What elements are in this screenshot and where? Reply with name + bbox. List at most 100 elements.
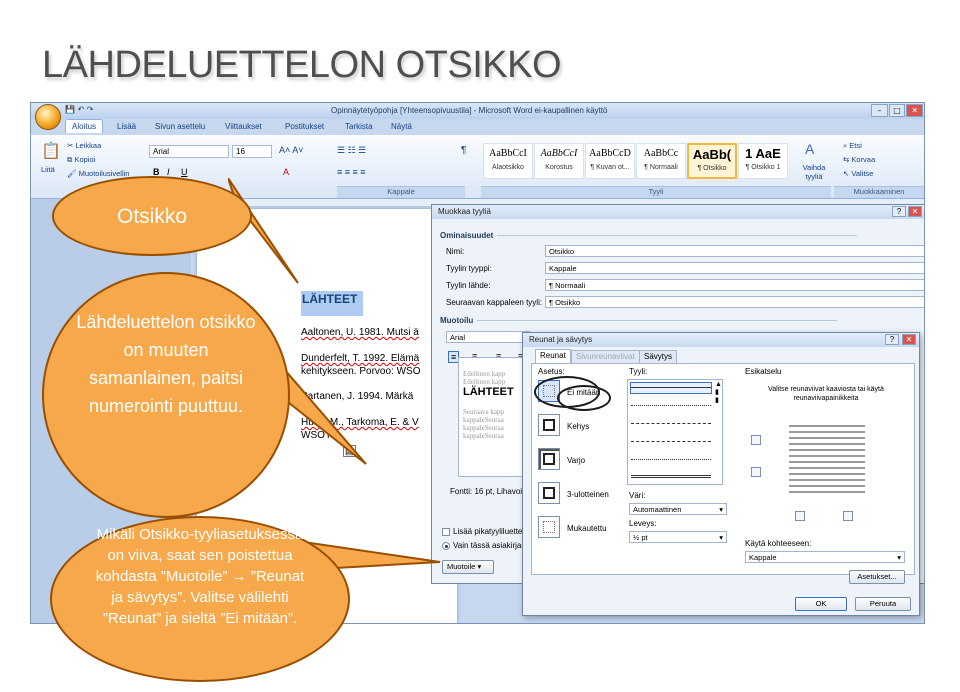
middle-border-button[interactable] bbox=[751, 467, 761, 477]
style-otsikko[interactable]: AaBb(¶ Otsikko bbox=[687, 143, 737, 179]
setting-box-icon[interactable] bbox=[538, 414, 560, 436]
style-label: Tyyli: bbox=[629, 367, 648, 376]
cancel-button[interactable]: Peruuta bbox=[855, 597, 911, 611]
setting-shadow[interactable]: Varjo bbox=[567, 456, 585, 465]
scrollbar[interactable]: ▲ ▮ ▮ bbox=[715, 381, 722, 405]
close-icon[interactable]: ✕ bbox=[906, 104, 924, 117]
paste-button[interactable]: Liitä bbox=[41, 165, 55, 174]
modify-style-title: Muokkaa tyyliä bbox=[432, 205, 924, 219]
next-style-label: Seuraavan kappaleen tyyli: bbox=[446, 298, 543, 307]
line-style-selected bbox=[630, 382, 712, 394]
close-icon[interactable]: ✕ bbox=[908, 206, 922, 217]
tab-tarkista[interactable]: Tarkista bbox=[345, 122, 373, 131]
based-on-select[interactable]: ¶ Normaali bbox=[545, 279, 924, 291]
tab-sivunreunaviivat[interactable]: Sivunreunaviivat bbox=[571, 350, 640, 363]
quick-access-toolbar[interactable]: 💾 ↶ ↷ bbox=[65, 105, 155, 117]
section-format: Muotoilu bbox=[440, 316, 837, 325]
show-marks-icon[interactable]: ¶ bbox=[461, 145, 466, 156]
tab-sivun-asettelu[interactable]: Sivun asettelu bbox=[155, 122, 205, 131]
dropdown-arrow-icon: ▾ bbox=[719, 505, 723, 514]
right-border-button[interactable] bbox=[843, 511, 853, 521]
binoculars-icon: ⌕ bbox=[843, 141, 848, 150]
tab-reunat[interactable]: Reunat bbox=[535, 349, 571, 363]
callout-instructions: Mikäli Otsikko-tyyliasetuksessa on viiva… bbox=[50, 516, 350, 682]
ref-line: Aaltonen, U. 1981. Mutsi ä bbox=[301, 327, 419, 338]
setting-3d[interactable]: 3-ulotteinen bbox=[567, 490, 609, 499]
find-button[interactable]: ⌕ Etsi bbox=[843, 141, 862, 151]
tab-postitukset[interactable]: Postitukset bbox=[285, 122, 324, 131]
slide-title: LÄHDELUETTELON OTSIKKO bbox=[42, 44, 562, 86]
style-normaali[interactable]: AaBbCc ¶ Normaali bbox=[636, 143, 686, 179]
ok-button[interactable]: OK bbox=[795, 597, 847, 611]
dropdown-arrow-icon: ▾ bbox=[897, 553, 901, 562]
setting-custom-icon[interactable] bbox=[538, 516, 560, 538]
close-icon[interactable]: ✕ bbox=[902, 334, 916, 345]
window-controls: – □ ✕ bbox=[871, 104, 924, 117]
tab-savytys[interactable]: Sävytys bbox=[639, 350, 678, 363]
copy-button[interactable]: ⧉ Kopioi bbox=[67, 155, 95, 165]
color-select[interactable]: Automaattinen ▾ bbox=[629, 503, 727, 515]
underline-icon[interactable]: U bbox=[181, 167, 188, 177]
setting-none-icon[interactable] bbox=[538, 380, 560, 402]
style-kuvan-otsikko[interactable]: AaBbCcD ¶ Kuvan ot... bbox=[585, 143, 635, 179]
paste-icon[interactable]: 📋 bbox=[41, 141, 61, 161]
line-double bbox=[631, 475, 711, 478]
minimize-icon[interactable]: – bbox=[871, 104, 888, 117]
style-type-select[interactable]: Kappale bbox=[545, 262, 924, 274]
top-border-button[interactable] bbox=[751, 435, 761, 445]
select-button[interactable]: ↖ Valitse bbox=[843, 169, 873, 178]
next-style-select[interactable]: ¶ Otsikko bbox=[545, 296, 924, 308]
group-styles-label: Tyyli bbox=[481, 186, 831, 198]
format-painter-button[interactable]: 🖌 Muotoilusivellin bbox=[67, 169, 129, 178]
line-dashed bbox=[631, 423, 711, 424]
cut-button[interactable]: ✂ Leikkaa bbox=[67, 141, 101, 150]
setting-none[interactable]: Ei mitään bbox=[567, 388, 600, 397]
dropdown-arrow-icon: ▾ bbox=[719, 533, 723, 542]
tab-viittaukset[interactable]: Viittaukset bbox=[225, 122, 262, 131]
help-icon[interactable]: ? bbox=[892, 206, 906, 217]
tab-lisaa[interactable]: Lisää bbox=[117, 122, 136, 131]
font-name-select[interactable]: Arial bbox=[149, 145, 229, 158]
font-description: Fontti: 16 pt, Lihavoitu bbox=[450, 487, 529, 496]
save-icon[interactable]: 💾 bbox=[65, 105, 75, 114]
bullets-icon[interactable]: ☰ ☷ ☰ bbox=[337, 145, 366, 156]
change-styles-button[interactable]: Vaihda tyyliä bbox=[797, 163, 831, 181]
group-editing-label: Muokkaaminen bbox=[834, 186, 924, 198]
window-title: Opinnäytetyöpohja [Yhteensopivuustila] -… bbox=[331, 106, 608, 115]
maximize-icon[interactable]: □ bbox=[888, 104, 906, 117]
redo-icon[interactable]: ↷ bbox=[87, 105, 94, 114]
apply-to-select[interactable]: Kappale ▾ bbox=[745, 551, 905, 563]
name-input[interactable]: Otsikko bbox=[545, 245, 924, 257]
format-font-select[interactable]: Arial bbox=[446, 331, 530, 343]
help-icon[interactable]: ? bbox=[885, 334, 899, 345]
replace-button[interactable]: ⇆ Korvaa bbox=[843, 155, 875, 164]
undo-icon[interactable]: ↶ bbox=[78, 105, 85, 114]
style-korostus[interactable]: AaBbCcI Korostus bbox=[534, 143, 584, 179]
options-button[interactable]: Asetukset... bbox=[849, 570, 905, 584]
add-quick-style-label: Lisää pikatyyliluettelo bbox=[453, 527, 529, 536]
borders-shading-dialog: Reunat ja sävytys ? ✕ Reunat Sivunreunav… bbox=[522, 332, 920, 616]
left-border-button[interactable] bbox=[795, 511, 805, 521]
tab-nayta[interactable]: Näytä bbox=[391, 122, 412, 131]
title-bar: Opinnäytetyöpohja [Yhteensopivuustila] -… bbox=[31, 103, 924, 119]
setting-box[interactable]: Kehys bbox=[567, 422, 589, 431]
line-dotted bbox=[631, 405, 711, 406]
change-styles-icon[interactable]: A bbox=[805, 141, 814, 157]
tab-aloitus[interactable]: Aloitus bbox=[65, 119, 104, 133]
align-icons[interactable]: ≡ ≡ ≡ ≡ bbox=[337, 167, 366, 177]
selected-heading: LÄHTEET bbox=[301, 291, 364, 316]
style-otsikko-1[interactable]: 1 AaE ¶ Otsikko 1 bbox=[738, 143, 788, 179]
replace-icon: ⇆ bbox=[843, 155, 850, 164]
font-color-icon[interactable]: A bbox=[283, 167, 289, 177]
setting-shadow-icon[interactable] bbox=[538, 448, 560, 470]
width-select[interactable]: ½ pt ▾ bbox=[629, 531, 727, 543]
border-preview-diagram[interactable] bbox=[789, 421, 865, 497]
section-properties: Ominaisuudet bbox=[440, 231, 857, 240]
setting-3d-icon[interactable] bbox=[538, 482, 560, 504]
setting-custom[interactable]: Mukautettu bbox=[567, 524, 607, 533]
line-style-list[interactable] bbox=[627, 379, 723, 485]
grow-font-icon[interactable]: A˄ A˅ bbox=[279, 145, 304, 155]
brush-icon: 🖌 bbox=[67, 169, 77, 178]
style-alaotsikko[interactable]: AaBbCcI Alaotsikko bbox=[483, 143, 533, 179]
font-size-select[interactable]: 16 bbox=[232, 145, 272, 158]
